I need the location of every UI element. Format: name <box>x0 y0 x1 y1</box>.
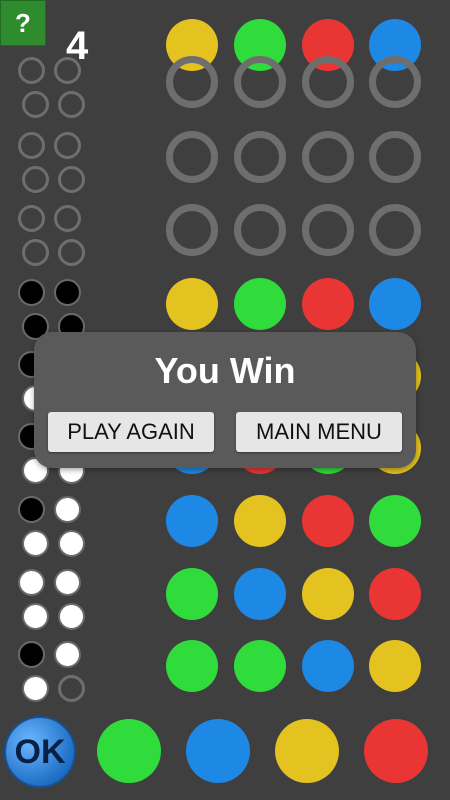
key-peg-empty <box>57 90 85 118</box>
key-peg-empty <box>21 165 49 193</box>
key-peg-white <box>21 674 49 702</box>
board-peg-yellow <box>369 640 421 692</box>
key-peg-empty <box>57 674 85 702</box>
key-peg-empty <box>53 56 81 84</box>
board-peg-red <box>302 495 354 547</box>
key-peg-white <box>21 529 49 557</box>
board-peg-blue <box>302 640 354 692</box>
board-peg-empty <box>234 131 286 183</box>
key-peg-white <box>53 495 81 523</box>
board-peg-green <box>234 640 286 692</box>
board-peg-empty <box>166 131 218 183</box>
board-peg-empty <box>369 56 421 108</box>
key-peg-empty <box>17 204 45 232</box>
key-peg-white <box>57 602 85 630</box>
play-again-button[interactable]: PLAY AGAIN <box>48 412 214 452</box>
board-peg-empty <box>234 204 286 256</box>
board-peg-yellow <box>166 278 218 330</box>
key-peg-empty <box>17 131 45 159</box>
palette-red-button[interactable] <box>364 719 428 783</box>
board-peg-blue <box>166 495 218 547</box>
key-peg-white <box>57 529 85 557</box>
key-peg-black <box>17 495 45 523</box>
board-peg-red <box>302 278 354 330</box>
ok-button[interactable]: OK <box>4 716 76 788</box>
win-dialog: You Win PLAY AGAIN MAIN MENU <box>34 332 416 468</box>
board-peg-empty <box>234 56 286 108</box>
key-peg-empty <box>17 56 45 84</box>
board-peg-empty <box>369 131 421 183</box>
board-peg-empty <box>302 204 354 256</box>
key-peg-empty <box>57 238 85 266</box>
key-peg-white <box>53 568 81 596</box>
key-peg-empty <box>21 238 49 266</box>
board-peg-empty <box>302 131 354 183</box>
dialog-title: You Win <box>154 350 296 391</box>
board-peg-empty <box>166 56 218 108</box>
palette-yellow-button[interactable] <box>275 719 339 783</box>
board-peg-empty <box>166 204 218 256</box>
key-peg-white <box>53 640 81 668</box>
key-peg-black <box>17 278 45 306</box>
help-button[interactable]: ? <box>0 0 46 46</box>
board-peg-empty <box>302 56 354 108</box>
key-peg-empty <box>57 165 85 193</box>
board-peg-green <box>166 640 218 692</box>
board-peg-green <box>234 278 286 330</box>
key-peg-empty <box>53 131 81 159</box>
board-peg-empty <box>369 204 421 256</box>
board-peg-blue <box>369 278 421 330</box>
board-peg-green <box>369 495 421 547</box>
key-peg-empty <box>53 204 81 232</box>
key-peg-white <box>21 602 49 630</box>
board-peg-yellow <box>302 568 354 620</box>
key-peg-empty <box>21 90 49 118</box>
board-peg-yellow <box>234 495 286 547</box>
key-peg-black <box>17 640 45 668</box>
board-peg-green <box>166 568 218 620</box>
palette-green-button[interactable] <box>97 719 161 783</box>
palette-blue-button[interactable] <box>186 719 250 783</box>
board-peg-blue <box>234 568 286 620</box>
key-peg-black <box>53 278 81 306</box>
key-peg-white <box>17 568 45 596</box>
board-peg-red <box>369 568 421 620</box>
main-menu-button[interactable]: MAIN MENU <box>236 412 402 452</box>
